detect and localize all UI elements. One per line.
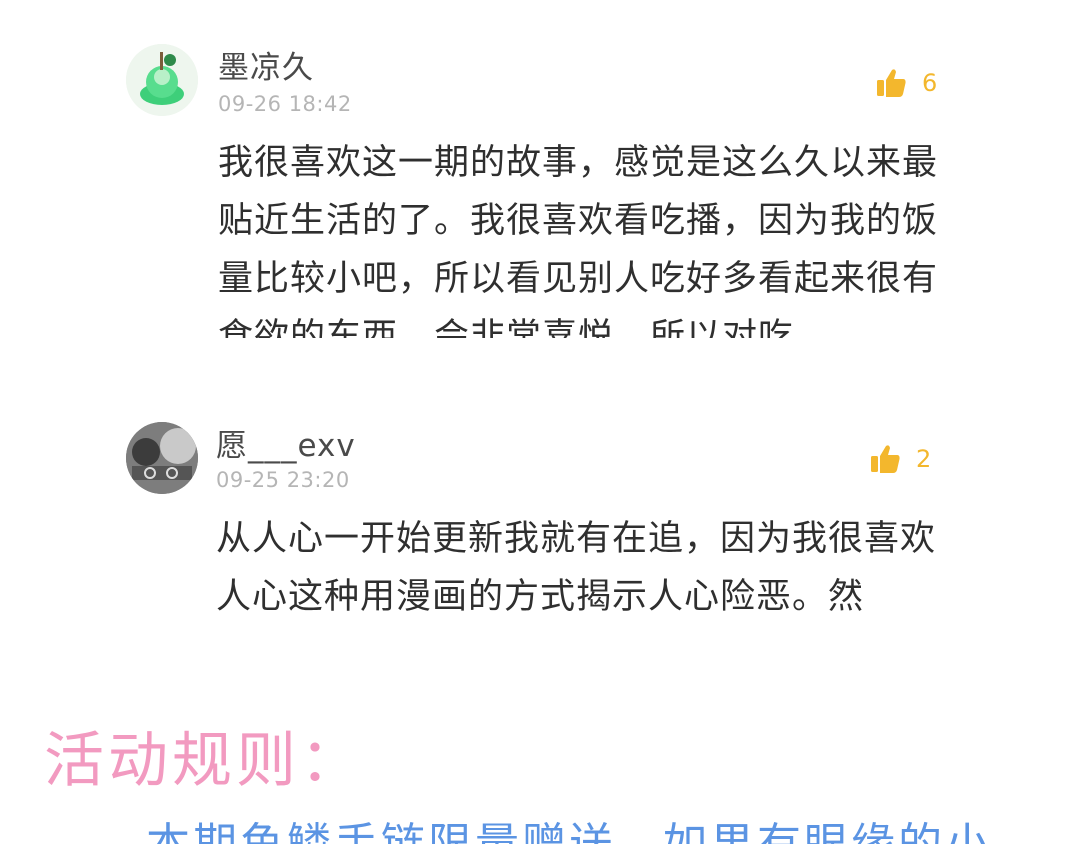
avatar[interactable]	[126, 44, 198, 116]
like-button[interactable]: 2	[868, 442, 931, 476]
like-count: 2	[916, 445, 932, 473]
comment-username[interactable]: 愿___exv	[216, 420, 356, 465]
comment-text: 从人心一开始更新我就有在追，因为我很喜欢人心这种用漫画的方式揭示人心险恶。然	[216, 519, 937, 617]
comment-username[interactable]: 墨凉久	[218, 42, 314, 87]
thumbs-up-icon	[868, 442, 902, 476]
avatar[interactable]	[126, 422, 198, 494]
rules-heading: 活动规则：	[44, 726, 364, 796]
avatar-image-icon	[126, 422, 198, 494]
comment-timestamp: 09-26 18:42	[218, 92, 352, 116]
avatar-image-icon	[126, 44, 198, 116]
comment-timestamp: 09-25 23:20	[216, 468, 350, 492]
comment-card: 愿___exv 09-25 23:20 2 从人心一开始更新我就有在追，因为我很…	[112, 400, 952, 622]
post-page: 墨凉久 09-26 18:42 6 我很喜欢这一期的故事，感觉是这么久以来最贴近…	[0, 0, 1080, 844]
thumbs-up-icon	[874, 66, 908, 100]
like-count: 6	[922, 69, 938, 97]
like-button[interactable]: 6	[874, 66, 937, 100]
comment-card: 墨凉久 09-26 18:42 6 我很喜欢这一期的故事，感觉是这么久以来最贴近…	[112, 24, 952, 338]
rules-text: 本期鱼鳞手链限量赠送，如果有眼缘的小	[146, 808, 992, 844]
comment-text: 我很喜欢这一期的故事，感觉是这么久以来最贴近生活的了。我很喜欢看吃播，因为我的饭…	[218, 143, 939, 338]
